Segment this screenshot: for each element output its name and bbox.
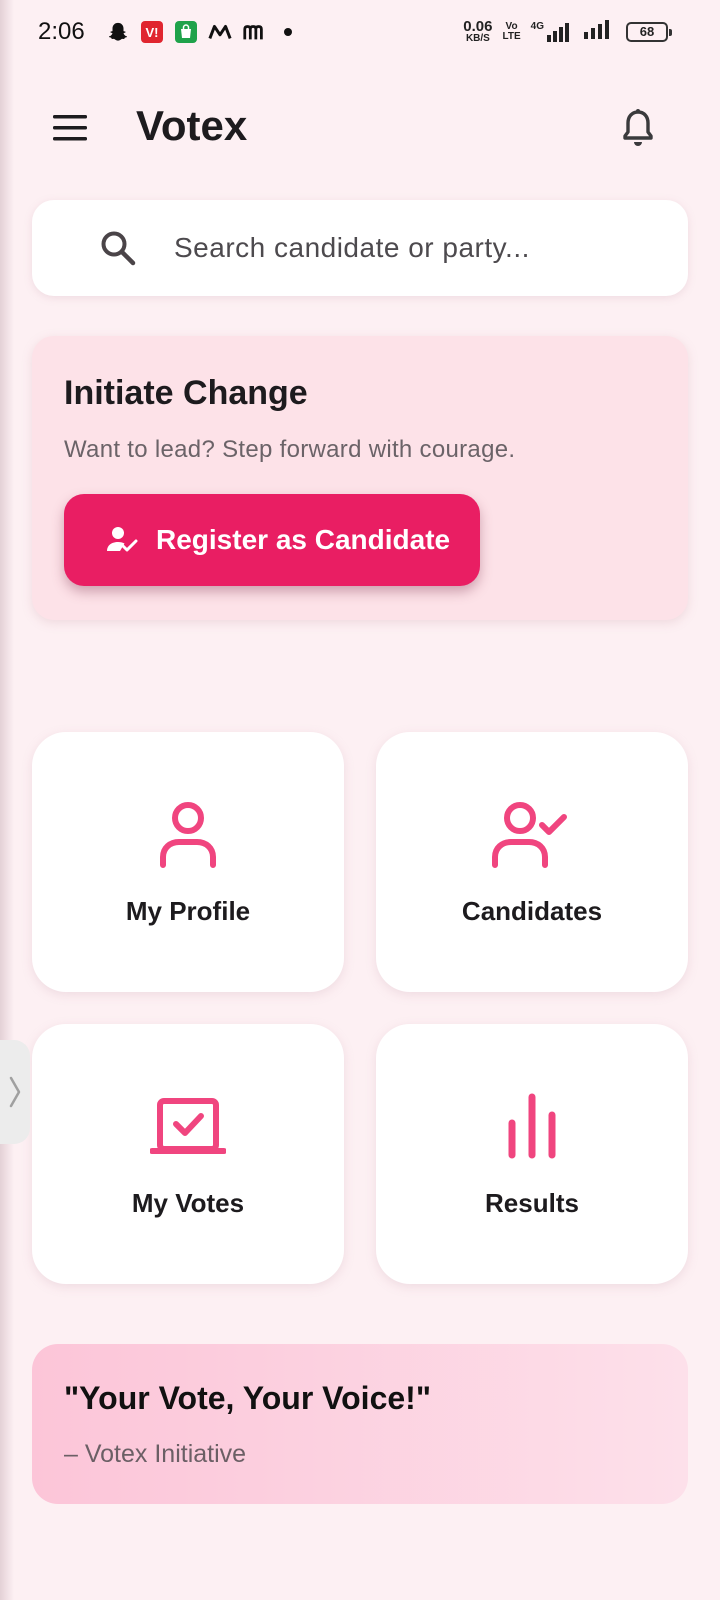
snapchat-icon [106,20,130,44]
register-button-label: Register as Candidate [156,524,451,555]
status-bar: 2:06 V! 0.06 KB/S Vo LTE 4G 68 [0,0,720,64]
side-panel-handle[interactable] [0,1040,30,1144]
tile-label: Results [485,1188,579,1218]
chevron-right-icon [9,1076,21,1108]
initiate-change-card: Initiate Change Want to lead? Step forwa… [32,336,688,620]
battery-icon: 68 [626,21,672,42]
person-check-icon [107,527,138,552]
status-indicators: 0.06 KB/S Vo LTE 4G 68 [463,18,672,45]
edge-shadow [0,0,14,1600]
meesho-icon [242,20,266,44]
vi-app-icon: V! [140,20,164,44]
initiate-title: Initiate Change [64,374,308,412]
quote-text: "Your Vote, Your Voice!" [64,1380,431,1416]
svg-text:V!: V! [146,25,159,40]
search-bar[interactable] [32,200,688,296]
notification-icons: V! [106,20,300,44]
quote-author: – Votex Initiative [64,1440,247,1468]
myntra-icon [208,20,232,44]
person-icon [143,794,233,874]
tile-label: My Profile [125,896,251,926]
bar-chart-icon [487,1086,577,1166]
person-check-icon [487,794,577,874]
app-bar: Votex [0,90,720,166]
tile-label: Candidates [461,896,603,926]
tile-my-profile[interactable]: My Profile [32,732,344,992]
register-candidate-button[interactable]: Register as Candidate [64,494,480,586]
app-title: Votex [136,102,248,149]
network-speed: 0.06 KB/S [463,18,493,44]
hamburger-menu-icon[interactable] [50,108,90,148]
ballot-box-icon [143,1086,233,1166]
tile-candidates[interactable]: Candidates [376,732,688,992]
search-input[interactable] [174,220,674,276]
bell-icon[interactable] [618,108,658,148]
signal-icon [582,18,612,45]
tile-label: My Votes [131,1188,245,1218]
status-time: 2:06 [38,18,85,45]
tile-results[interactable]: Results [376,1024,688,1284]
tile-my-votes[interactable]: My Votes [32,1024,344,1284]
signal-4g-icon: 4G [531,21,572,43]
initiate-subtitle: Want to lead? Step forward with courage. [64,436,516,463]
volte-indicator: Vo LTE [502,20,521,42]
quote-card: "Your Vote, Your Voice!" – Votex Initiat… [32,1344,688,1504]
shopping-bag-icon [174,20,198,44]
more-dot-icon [276,20,300,44]
search-icon [101,231,136,266]
